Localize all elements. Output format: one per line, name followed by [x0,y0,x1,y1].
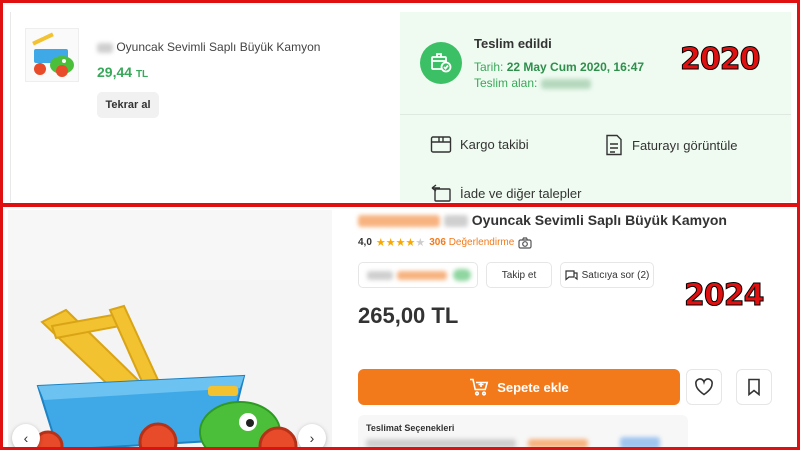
frame-2020 [0,0,800,207]
frame-2024 [0,203,800,450]
